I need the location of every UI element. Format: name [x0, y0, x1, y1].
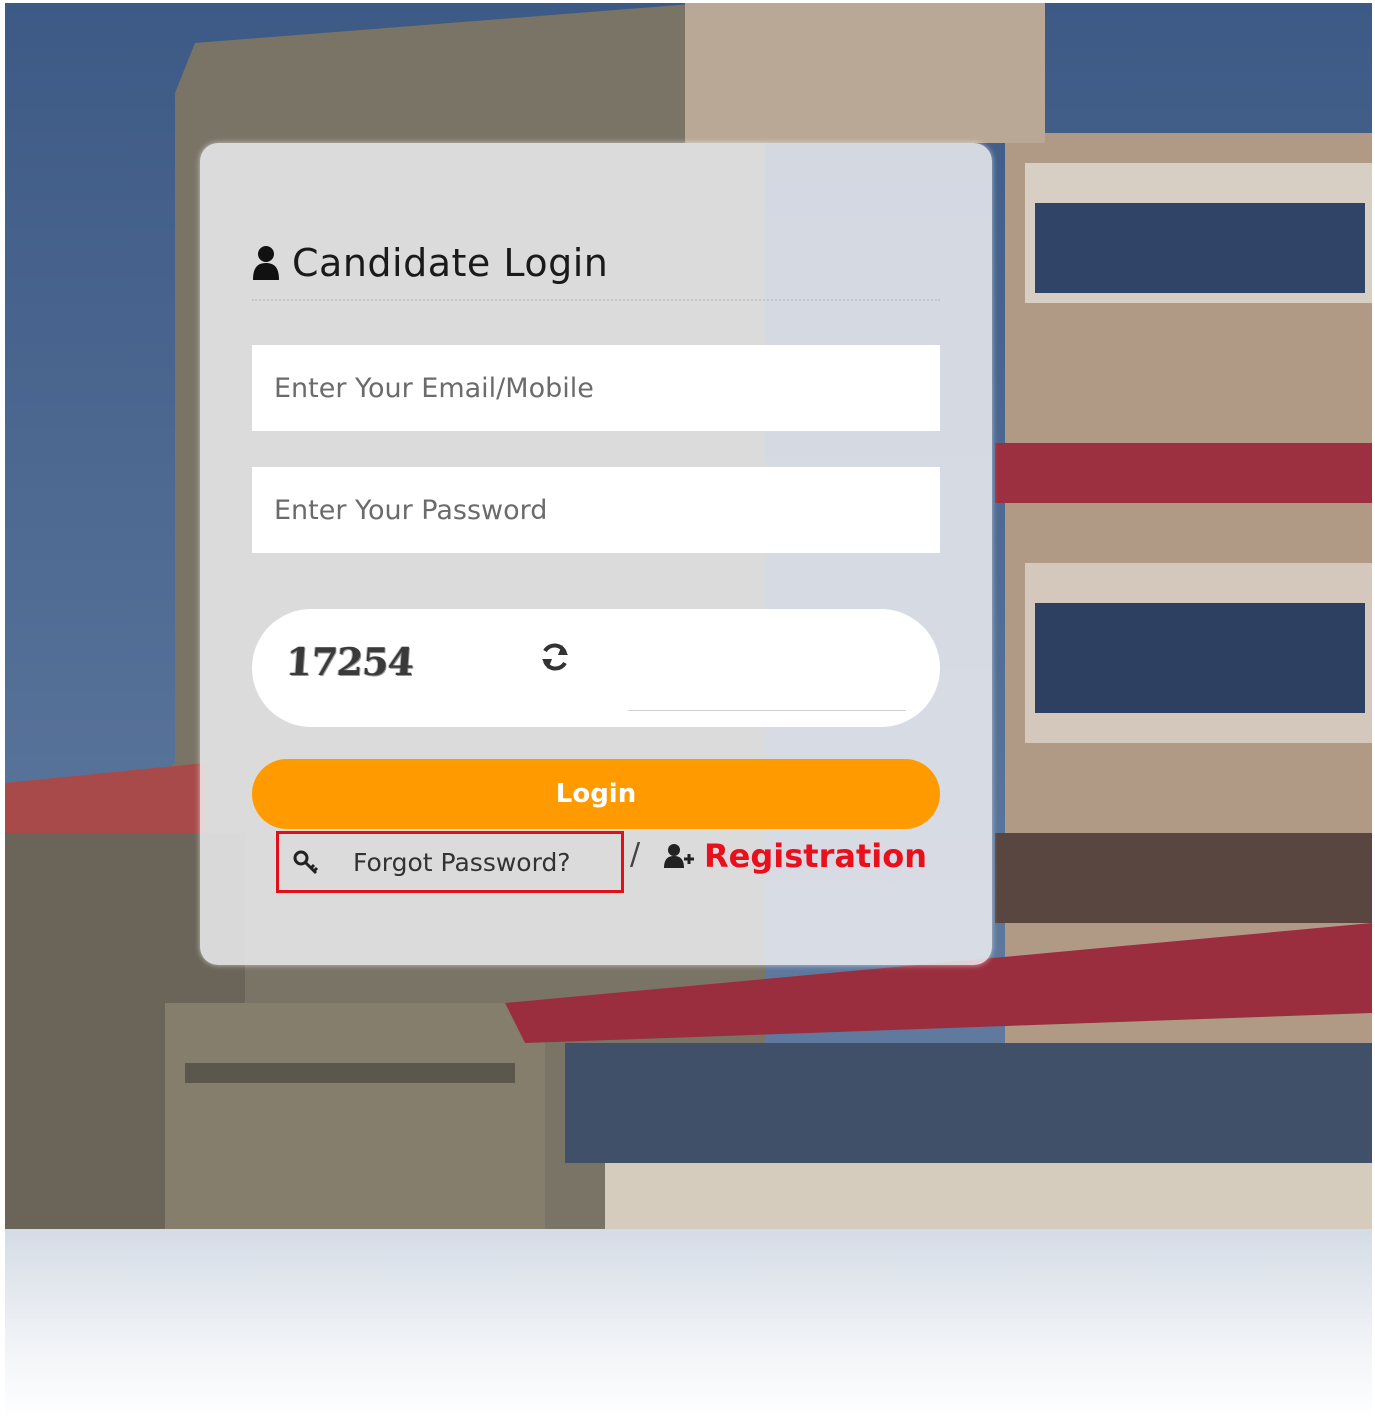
title-divider	[252, 299, 940, 301]
bottom-fade	[5, 1229, 1372, 1418]
forgot-password-link[interactable]: Forgot Password?	[276, 831, 624, 893]
link-separator: /	[630, 837, 641, 872]
page-frame: Candidate Login 17254 Login Forgot Passw…	[5, 3, 1372, 1418]
captcha-box: 17254	[252, 609, 940, 727]
refresh-icon[interactable]	[540, 641, 570, 673]
key-icon	[293, 850, 319, 875]
user-icon	[253, 246, 279, 280]
page-title: Candidate Login	[292, 241, 609, 285]
forgot-password-label: Forgot Password?	[353, 848, 571, 877]
registration-label: Registration	[704, 837, 927, 875]
password-input[interactable]	[252, 467, 940, 553]
captcha-code: 17254	[284, 639, 415, 684]
login-header: Candidate Login	[252, 235, 608, 291]
login-button[interactable]: Login	[252, 759, 940, 829]
registration-link[interactable]: Registration	[664, 833, 927, 879]
email-mobile-input[interactable]	[252, 345, 940, 431]
user-plus-icon	[664, 844, 694, 868]
login-card: Candidate Login 17254 Login Forgot Passw…	[200, 143, 992, 965]
captcha-input[interactable]	[628, 639, 906, 711]
